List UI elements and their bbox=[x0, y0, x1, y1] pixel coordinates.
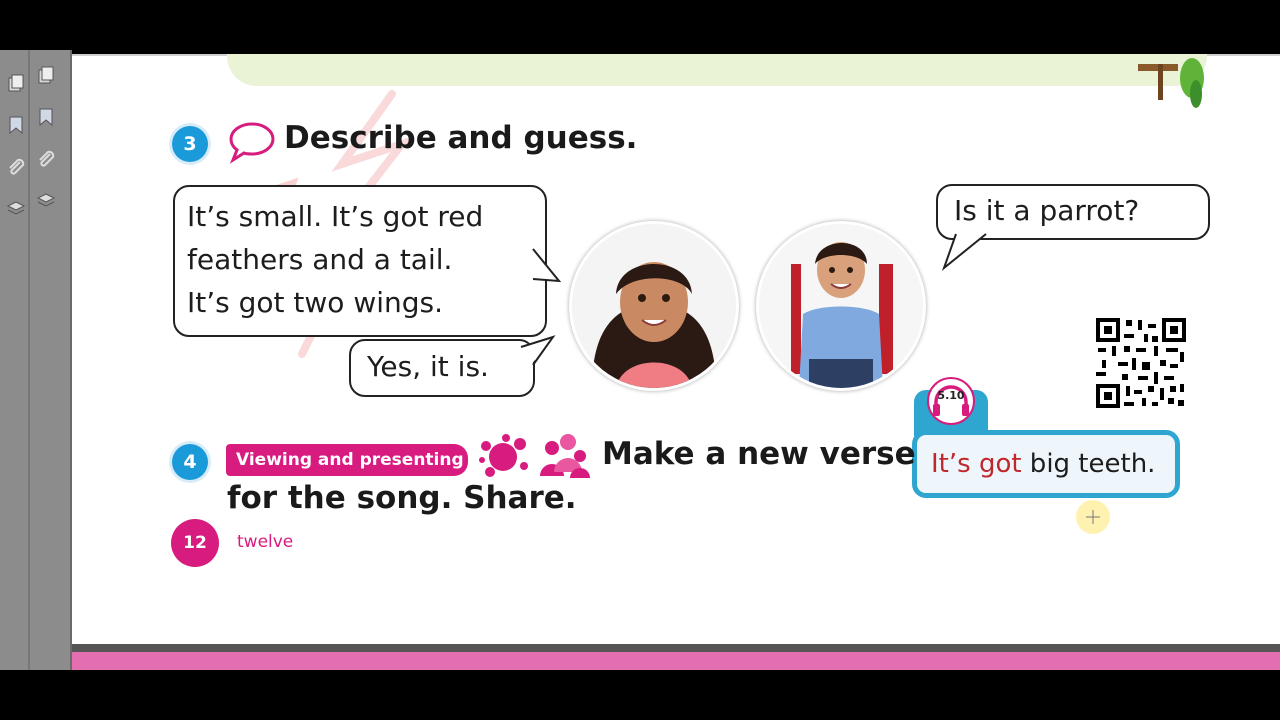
navigation-sidebar bbox=[0, 50, 72, 670]
next-page-edge bbox=[72, 652, 1280, 670]
document-page: 3 Describe and guess. It’s small. It’s g… bbox=[72, 54, 1280, 644]
bubble-line: It’s got two wings. bbox=[187, 286, 444, 319]
bubble-tail bbox=[520, 335, 556, 366]
page-number-badge: 12 bbox=[171, 519, 219, 567]
exercise-number: 4 bbox=[172, 444, 208, 480]
headphones-icon[interactable]: 5.10 bbox=[926, 376, 976, 426]
cursor-icon bbox=[1076, 500, 1110, 534]
bubble-line: feathers and a tail. bbox=[187, 243, 453, 276]
layers-icon[interactable] bbox=[5, 198, 27, 220]
bookmark-icon[interactable] bbox=[35, 106, 57, 128]
speech-bubble-answer: Yes, it is. bbox=[349, 335, 556, 397]
answer-text: Yes, it is. bbox=[367, 350, 489, 383]
exercise-number: 3 bbox=[172, 126, 208, 162]
exercise-title: Describe and guess. bbox=[284, 120, 638, 156]
speech-bubble-icon bbox=[227, 120, 277, 168]
girl-photo bbox=[569, 221, 739, 391]
sentence-rest: big teeth. bbox=[1021, 449, 1156, 479]
attachment-icon[interactable] bbox=[35, 148, 57, 170]
page-number-word: twelve bbox=[237, 532, 294, 552]
bubble-tail bbox=[532, 248, 562, 283]
sentence-highlight: It’s got bbox=[931, 449, 1022, 479]
bottom-bar bbox=[0, 670, 1280, 720]
exercise-title-continued: for the song. Share. bbox=[227, 480, 577, 516]
bubble-tail bbox=[941, 233, 987, 272]
boy-photo bbox=[756, 221, 926, 391]
sidebar-divider bbox=[28, 50, 30, 670]
bookmark-icon[interactable] bbox=[5, 114, 27, 136]
exercise-title: Make a new verse bbox=[602, 436, 916, 472]
speech-bubble-description: It’s small. It’s got red feathers and a … bbox=[173, 185, 562, 337]
audio-sentence-box: It’s got big teeth. bbox=[912, 430, 1180, 498]
attachment-icon[interactable] bbox=[5, 156, 27, 178]
question-text: Is it a parrot? bbox=[954, 194, 1140, 227]
pages-icon[interactable] bbox=[35, 64, 57, 86]
page-separator bbox=[72, 644, 1280, 652]
speech-bubble-question: Is it a parrot? bbox=[936, 184, 1210, 272]
qr-code[interactable] bbox=[1094, 316, 1188, 410]
group-icon bbox=[538, 432, 592, 484]
top-toolbar bbox=[0, 0, 1280, 50]
parrot-illustration bbox=[1138, 58, 1204, 108]
skill-badge: Viewing and presenting bbox=[226, 444, 468, 476]
bubble-line: It’s small. It’s got red bbox=[187, 200, 484, 233]
layers-icon[interactable] bbox=[35, 190, 57, 212]
pages-icon[interactable] bbox=[5, 72, 27, 94]
track-number: 5.10 bbox=[937, 389, 965, 402]
paint-splat-icon bbox=[476, 432, 530, 486]
